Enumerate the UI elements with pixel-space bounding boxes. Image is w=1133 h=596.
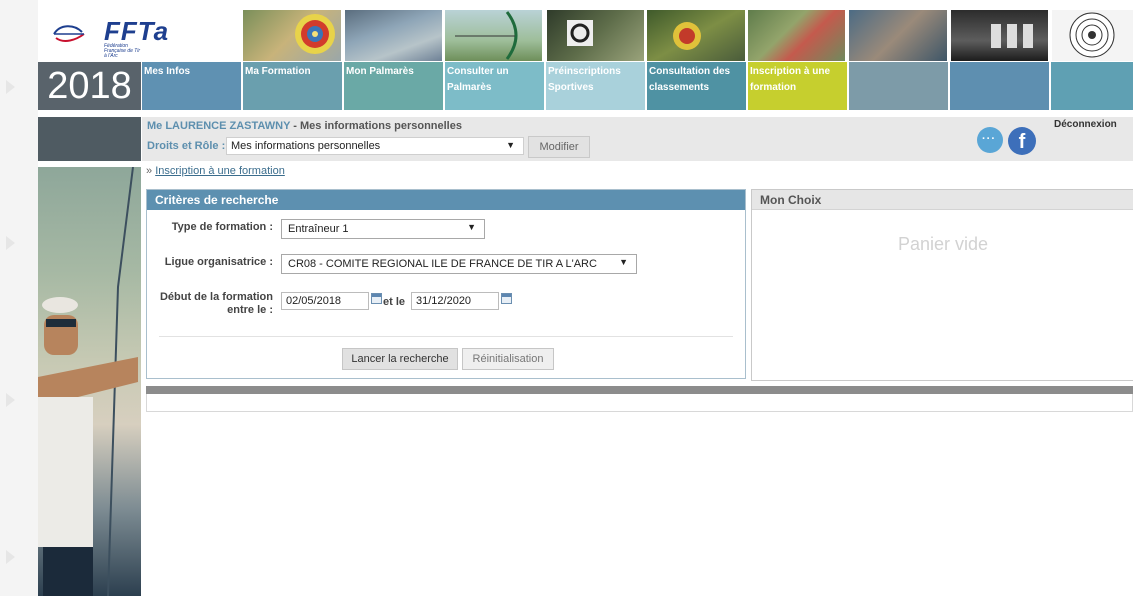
gutter-arrow-icon: [6, 80, 15, 94]
user-name: Me LAURENCE ZASTAWNY: [147, 120, 291, 132]
my-choice-panel: Mon Choix Panier vide: [751, 189, 1133, 381]
start-date-input[interactable]: 02/05/2018: [281, 292, 369, 310]
gutter-arrow-icon: [6, 393, 15, 407]
nav-label: Consultation des classements: [649, 66, 731, 93]
banner-photo-field: [647, 10, 745, 61]
page-gutter: [0, 0, 38, 596]
nav-label: Inscription à une formation: [750, 66, 831, 93]
training-type-select[interactable]: Entraîneur 1 ▼: [281, 219, 485, 239]
nav-empty-1: [849, 62, 948, 110]
banner-photo-forest-target: [547, 10, 644, 61]
year-badge: 2018: [38, 62, 141, 110]
user-page-label: - Mes informations personnelles: [290, 120, 462, 132]
logout-link[interactable]: Déconnexion: [1054, 119, 1117, 130]
archer-side-photo: [38, 167, 141, 596]
breadcrumb-prefix: »: [146, 165, 156, 177]
archer-swoosh-icon: [53, 25, 85, 42]
divider: [159, 336, 733, 337]
banner-photo-archers: [345, 10, 442, 61]
banner-photo-white-target: [1052, 10, 1133, 61]
banner-photo-indoor: [951, 10, 1048, 61]
training-type-label: Type de formation :: [171, 221, 273, 233]
league-select[interactable]: CR08 - COMITE REGIONAL ILE DE FRANCE DE …: [281, 254, 637, 274]
nav-label: Ma Formation: [245, 66, 311, 77]
banner-photo-target: [243, 10, 341, 61]
results-container: [146, 394, 1133, 412]
calendar-icon[interactable]: [371, 293, 382, 304]
user-identity: Me LAURENCE ZASTAWNY - Mes informations …: [147, 120, 462, 132]
dropdown-arrow-icon: ▼: [619, 257, 628, 267]
nav-mon-palmares[interactable]: Mon Palmarès: [344, 62, 443, 110]
role-label: Droits et Rôle :: [147, 140, 226, 152]
nav-preinscriptions[interactable]: Préinscriptions Sportives: [546, 62, 645, 110]
date-range-label: Début de la formation entre le :: [157, 291, 273, 317]
search-panel-title: Critères de recherche: [147, 190, 745, 210]
search-button[interactable]: Lancer la recherche: [342, 348, 458, 370]
search-criteria-panel: Critères de recherche Type de formation …: [146, 189, 746, 379]
nav-label: Mes Infos: [144, 66, 191, 77]
nav-mes-infos[interactable]: Mes Infos: [142, 62, 241, 110]
date-joiner: et le: [383, 296, 406, 308]
nav-empty-3: [1051, 62, 1133, 110]
user-bar-left-block: [38, 117, 141, 161]
banner-photo-tug: [748, 10, 845, 61]
nav-label: Consulter un Palmarès: [447, 66, 509, 93]
gutter-arrow-icon: [6, 550, 15, 564]
nav-empty-2: [950, 62, 1049, 110]
nav-ma-formation[interactable]: Ma Formation: [243, 62, 342, 110]
reset-button[interactable]: Réinitialisation: [462, 348, 554, 370]
end-date-input[interactable]: 31/12/2020: [411, 292, 499, 310]
empty-cart-text: Panier vide: [897, 234, 989, 254]
dropdown-arrow-icon: ▼: [467, 222, 476, 232]
nav-consulter-palmares[interactable]: Consulter un Palmarès: [445, 62, 544, 110]
nav-label: Préinscriptions Sportives: [548, 66, 621, 93]
modify-button[interactable]: Modifier: [528, 136, 590, 158]
role-select-value: Mes informations personnelles: [231, 140, 381, 152]
league-label: Ligue organisatrice :: [164, 256, 273, 268]
date-label-line-2: entre le :: [227, 304, 273, 316]
chat-bubble-icon[interactable]: ···: [977, 127, 1003, 153]
ffta-logo[interactable]: FFTa Fédération Française de Tir à l'Arc: [38, 8, 168, 61]
user-bar: Me LAURENCE ZASTAWNY - Mes informations …: [142, 117, 1133, 161]
calendar-icon[interactable]: [501, 293, 512, 304]
choice-panel-title: Mon Choix: [752, 190, 1133, 210]
date-label-line-1: Début de la formation: [159, 291, 273, 303]
results-header-bar: [146, 386, 1133, 394]
league-value: CR08 - COMITE REGIONAL ILE DE FRANCE DE …: [288, 258, 597, 270]
logo-subtitle: Fédération Française de Tir à l'Arc: [104, 43, 141, 59]
banner-photo-crowd: [849, 10, 947, 61]
dropdown-arrow-icon: ▼: [506, 140, 515, 150]
role-select[interactable]: Mes informations personnelles ▼: [226, 137, 524, 155]
gutter-arrow-icon: [6, 236, 15, 250]
breadcrumb-link[interactable]: Inscription à une formation: [155, 165, 285, 177]
nav-label: Mon Palmarès: [346, 66, 414, 77]
nav-inscription-formation[interactable]: Inscription à une formation: [748, 62, 847, 110]
breadcrumb: » Inscription à une formation: [146, 165, 285, 177]
facebook-icon[interactable]: f: [1008, 127, 1036, 155]
banner-photo-bow: [445, 10, 542, 61]
training-type-value: Entraîneur 1: [288, 223, 349, 235]
nav-classements[interactable]: Consultation des classements: [647, 62, 746, 110]
